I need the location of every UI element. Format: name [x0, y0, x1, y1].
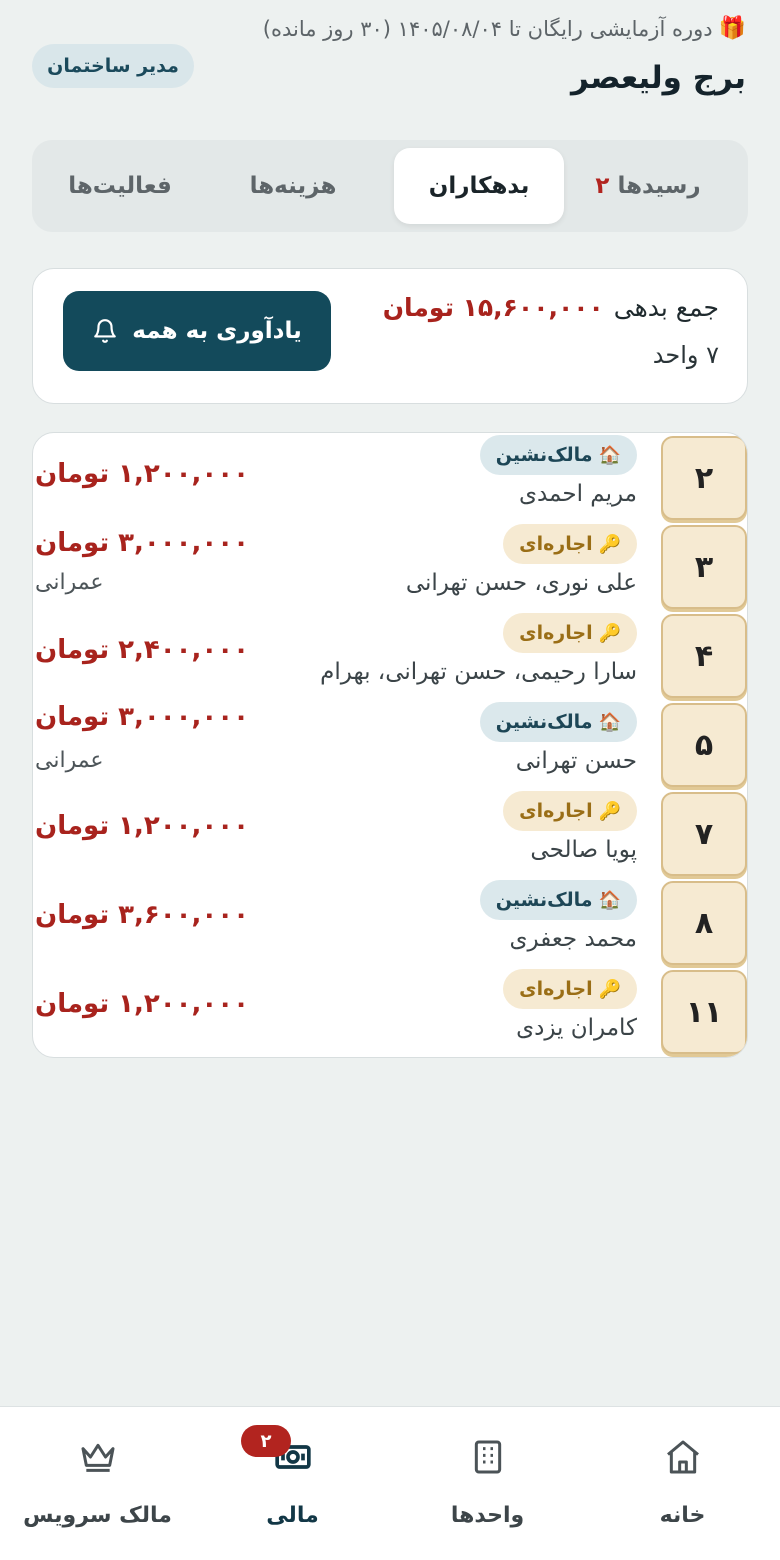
debt-summary-card: جمع بدهی ۱۵,۶۰۰,۰۰۰ تومان ۷ واحد یادآوری…	[32, 268, 748, 404]
nav-home-label: خانه	[659, 1503, 706, 1528]
tab-expenses-label: هزینه‌ها	[249, 173, 337, 199]
tab-receipts-label: رسیدها	[617, 173, 701, 199]
nav-owner-service[interactable]: مالک سرویس	[0, 1407, 195, 1560]
nav-units[interactable]: واحدها	[390, 1407, 585, 1560]
occupancy-type: اجاره‌ای	[519, 622, 593, 644]
debt-amount: ۳,۰۰۰,۰۰۰ تومان	[35, 702, 250, 732]
key-icon: 🔑	[598, 533, 621, 555]
debt-amount: ۱,۲۰۰,۰۰۰ تومان	[35, 989, 250, 1019]
remind-all-label: یادآوری به همه	[132, 318, 302, 344]
occupancy-type: مالک‌نشین	[495, 711, 593, 733]
debtor-row[interactable]: ۸ 🏠 مالک‌نشین محمد جعفری ۳,۶۰۰,۰۰۰ تومان	[33, 878, 747, 966]
occupancy-type: اجاره‌ای	[519, 533, 593, 555]
debtor-row[interactable]: ۳ 🔑 اجاره‌ای علی نوری، حسن تهرانی عمرانی…	[33, 522, 747, 610]
key-icon: 🔑	[598, 978, 621, 1000]
tab-receipts-count: ۲	[595, 173, 610, 199]
house-icon: 🏠	[598, 711, 621, 733]
tab-activities-label: فعالیت‌ها	[68, 173, 172, 199]
role-badge: مدیر ساختمان	[32, 44, 194, 88]
house-icon: 🏠	[598, 444, 621, 466]
occupant-names: سارا رحیمی، حسن تهرانی، بهرام	[320, 659, 637, 685]
nav-units-label: واحدها	[450, 1503, 525, 1528]
debtors-list: ۲ 🏠 مالک‌نشین مریم احمدی ۱,۲۰۰,۰۰۰ تومان…	[32, 432, 748, 1058]
finance-notification-badge: ۲	[241, 1425, 291, 1457]
trial-notice: 🎁 دوره آزمایشی رایگان تا ۱۴۰۵/۰۸/۰۴ (۳۰ …	[34, 16, 746, 41]
debtor-row[interactable]: ۴ 🔑 اجاره‌ای سارا رحیمی، حسن تهرانی، بهر…	[33, 611, 747, 699]
bell-icon	[94, 319, 117, 343]
tab-receipts[interactable]: رسیدها ۲	[568, 148, 728, 224]
occupant-names: محمد جعفری	[509, 926, 638, 952]
occupancy-type: مالک‌نشین	[495, 444, 593, 466]
occupancy-badge: 🔑 اجاره‌ای	[503, 613, 637, 653]
unit-number: ۲	[661, 436, 747, 520]
occupancy-type: اجاره‌ای	[519, 800, 593, 822]
bottom-nav: خانه واحدها مالی ۲ مالک سرویس	[0, 1406, 780, 1560]
occupant-names: حسن تهرانی	[515, 748, 637, 774]
occupancy-badge: 🔑 اجاره‌ای	[503, 524, 637, 564]
debtor-row[interactable]: ۷ 🔑 اجاره‌ای پویا صالحی ۱,۲۰۰,۰۰۰ تومان	[33, 789, 747, 877]
debt-amount: ۱,۲۰۰,۰۰۰ تومان	[35, 811, 250, 841]
house-icon: 🏠	[598, 889, 621, 911]
unit-number: ۴	[661, 614, 747, 698]
nav-owner-service-label: مالک سرویس	[23, 1503, 172, 1528]
nav-finance-label: مالی	[266, 1503, 319, 1528]
tab-debtors-label: بدهکاران	[428, 173, 530, 199]
tab-activities[interactable]: فعالیت‌ها	[40, 148, 200, 224]
occupancy-badge: 🔑 اجاره‌ای	[503, 791, 637, 831]
occupant-names: علی نوری، حسن تهرانی	[405, 570, 637, 596]
occupancy-badge: 🏠 مالک‌نشین	[479, 435, 637, 475]
occupant-names: مریم احمدی	[518, 481, 637, 507]
occupant-names-overflow: عمرانی	[35, 570, 104, 595]
gift-icon: 🎁	[718, 16, 746, 41]
total-debt-label: جمع بدهی	[613, 293, 719, 322]
debtor-row[interactable]: ۲ 🏠 مالک‌نشین مریم احمدی ۱,۲۰۰,۰۰۰ تومان	[33, 433, 747, 521]
debt-amount: ۳,۶۰۰,۰۰۰ تومان	[35, 900, 250, 930]
units-icon	[474, 1440, 501, 1474]
total-debt-amount: ۱۵,۶۰۰,۰۰۰ تومان	[382, 293, 604, 322]
building-name: برج ولیعصر	[571, 60, 746, 96]
occupant-names-overflow: عمرانی	[35, 748, 104, 773]
trial-text: دوره آزمایشی رایگان تا ۱۴۰۵/۰۸/۰۴ (۳۰ رو…	[262, 16, 713, 41]
occupant-names: کامران یزدی	[516, 1015, 637, 1041]
occupancy-badge: 🔑 اجاره‌ای	[503, 969, 637, 1009]
unit-number: ۳	[661, 525, 747, 609]
occupancy-type: مالک‌نشین	[495, 889, 593, 911]
finance-tabs: رسیدها ۲ بدهکاران هزینه‌ها فعالیت‌ها	[32, 140, 748, 232]
tab-debtors[interactable]: بدهکاران	[394, 148, 564, 224]
nav-finance[interactable]: مالی ۲	[195, 1407, 390, 1560]
unit-number: ۵	[661, 703, 747, 787]
crown-icon	[81, 1443, 114, 1472]
debt-amount: ۳,۰۰۰,۰۰۰ تومان	[35, 528, 250, 558]
occupancy-type: اجاره‌ای	[519, 978, 593, 1000]
key-icon: 🔑	[598, 622, 621, 644]
key-icon: 🔑	[598, 800, 621, 822]
nav-home[interactable]: خانه	[585, 1407, 780, 1560]
remind-all-button[interactable]: یادآوری به همه	[63, 291, 331, 371]
debt-amount: ۱,۲۰۰,۰۰۰ تومان	[35, 459, 250, 489]
debtor-unit-count: ۷ واحد	[652, 341, 719, 369]
unit-number: ۷	[661, 792, 747, 876]
debtor-row[interactable]: ۱۱ 🔑 اجاره‌ای کامران یزدی ۱,۲۰۰,۰۰۰ توما…	[33, 967, 747, 1055]
tab-expenses[interactable]: هزینه‌ها	[208, 148, 378, 224]
unit-number: ۸	[661, 881, 747, 965]
occupant-names: پویا صالحی	[530, 837, 637, 863]
occupancy-badge: 🏠 مالک‌نشین	[479, 880, 637, 920]
debt-amount: ۲,۴۰۰,۰۰۰ تومان	[35, 635, 250, 665]
occupancy-badge: 🏠 مالک‌نشین	[479, 702, 637, 742]
debtor-row[interactable]: ۵ 🏠 مالک‌نشین حسن تهرانی عمرانی ۳,۰۰۰,۰۰…	[33, 700, 747, 788]
unit-number: ۱۱	[661, 970, 747, 1054]
home-icon	[666, 1440, 699, 1474]
